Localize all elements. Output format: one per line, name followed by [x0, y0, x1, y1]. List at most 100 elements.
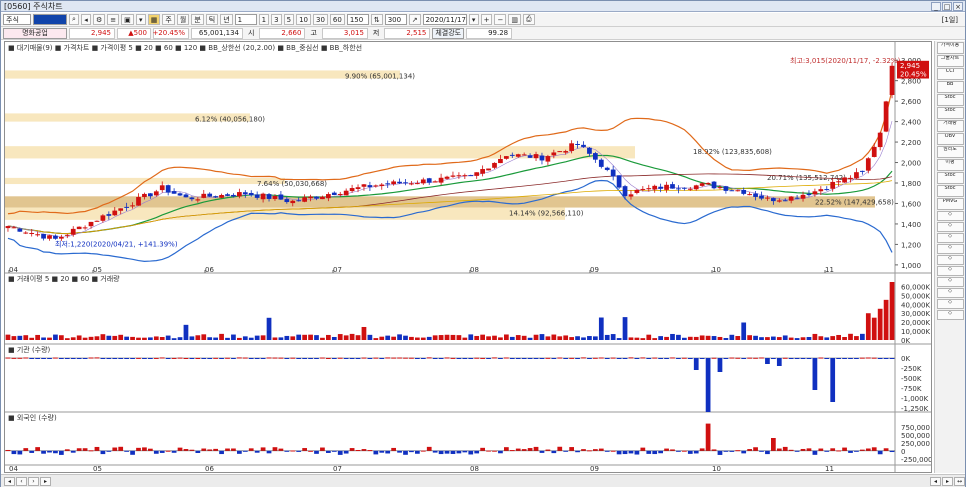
institution-bar	[88, 357, 94, 359]
candle-body	[153, 191, 159, 196]
chart-canvas[interactable]: 9.90% (65,001,134) 6.12% (40,056,180) 18.9…	[5, 42, 932, 473]
calendar-icon[interactable]: ▦	[147, 14, 161, 25]
drawing-tool-icon[interactable]: ◇	[936, 288, 964, 298]
tool-button-4[interactable]: Stoc	[936, 94, 964, 106]
volume-bar	[148, 337, 153, 340]
link-icon[interactable]: ↗	[408, 14, 421, 25]
market-select[interactable]: 주식	[3, 14, 31, 25]
menu-icon[interactable]: ▾	[135, 14, 146, 25]
foreign-legend: ■ 외국인 (수량)	[8, 414, 57, 422]
tool-button-7[interactable]: OBV	[936, 133, 964, 145]
minute-3-button[interactable]: 3	[271, 14, 282, 25]
drawing-tool-icon[interactable]: ◇	[936, 310, 964, 320]
period-month-button[interactable]: 월	[176, 14, 190, 25]
month-label-bottom: 10	[712, 465, 721, 472]
open-label: 시	[248, 29, 255, 37]
bb-middle-line	[7, 154, 893, 235]
search-icon[interactable]: ⌕	[69, 14, 79, 25]
candle-body	[527, 155, 533, 158]
period-minute-button[interactable]: 분	[191, 14, 204, 25]
chart-area[interactable]: 9.90% (65,001,134) 6.12% (40,056,180) 18.9…	[4, 41, 932, 473]
minute-5-button[interactable]: 5	[283, 14, 295, 25]
foreign-bar	[747, 449, 752, 451]
foreign-bar	[248, 448, 254, 451]
tool-button-10[interactable]: Stoc	[936, 172, 964, 184]
candle-body	[17, 228, 23, 232]
maximize-button[interactable]: □	[942, 2, 952, 11]
settings-icon[interactable]: ⚙	[93, 14, 106, 25]
candle-body	[687, 188, 693, 190]
nav-next-icon[interactable]: ›	[28, 476, 39, 486]
volume-bar	[776, 337, 782, 340]
nav-prev-icon[interactable]: ‹	[16, 476, 27, 486]
drawing-tool-icon[interactable]: ◇	[936, 266, 964, 276]
drawing-tool-icon[interactable]: ◇	[936, 211, 964, 221]
tool-button-5[interactable]: Stoc	[936, 107, 964, 119]
chart-type-icon[interactable]: ▥	[508, 14, 521, 25]
period-year-button[interactable]: 년	[220, 14, 233, 25]
candle-body	[598, 159, 604, 167]
candle-body	[794, 197, 800, 199]
tool-button-9[interactable]: 이평	[936, 159, 964, 171]
chevron-up-icon[interactable]: ⇅	[370, 14, 383, 25]
bottom-bar: ◂ ‹ › ▸ ◂ ▸ ↔	[1, 474, 965, 487]
stock-code-input[interactable]	[33, 14, 67, 25]
date-input[interactable]: 2020/11/17	[422, 14, 467, 25]
prev-icon[interactable]: ◂	[81, 14, 91, 25]
foreign-bar	[373, 450, 379, 455]
foreign-axis-tick: 750,000	[901, 424, 930, 432]
print-icon[interactable]: ⎙	[522, 14, 535, 25]
tool-button-11[interactable]: Stoc	[936, 185, 964, 197]
scroll-right-icon[interactable]: ▸	[942, 476, 953, 486]
minute-60-button[interactable]: 60	[329, 14, 345, 25]
tool-button-1[interactable]: 그물차트	[936, 55, 964, 67]
stock-name[interactable]: 명화공업	[3, 27, 67, 39]
institution-bar	[794, 358, 800, 359]
minute-30-button[interactable]: 30	[313, 14, 328, 25]
institution-bar	[877, 358, 883, 359]
tool-button-2[interactable]: CCI	[936, 68, 964, 80]
drawing-tool-icon[interactable]: ◇	[936, 277, 964, 287]
month-label-price: 08	[470, 266, 479, 274]
institution-bar	[788, 358, 794, 359]
strength-label: 체결강도	[432, 27, 465, 39]
institution-bar	[747, 357, 752, 359]
drawing-tool-icon[interactable]: ◇	[936, 244, 964, 254]
tool-button-12[interactable]: PMVG	[936, 198, 964, 210]
candle-body	[729, 190, 735, 192]
candle-body	[640, 188, 646, 190]
minimize-button[interactable]: _	[931, 2, 941, 11]
tool-button-8[interactable]: 심리도	[936, 146, 964, 158]
period-week-button[interactable]: 주	[162, 14, 175, 25]
zoom-out-icon[interactable]: −	[494, 14, 507, 25]
list-icon[interactable]: ≡	[107, 14, 120, 25]
chevron-down-icon[interactable]: ▾	[468, 14, 479, 25]
drawing-tool-icon[interactable]: ◇	[936, 255, 964, 265]
period-tick-button[interactable]: 틱	[205, 14, 219, 25]
nav-first-icon[interactable]: ◂	[4, 476, 15, 486]
volume-axis-tick: 10,000K	[901, 328, 930, 336]
zoom-in-icon[interactable]: +	[480, 14, 493, 25]
count-input[interactable]: 150	[346, 14, 369, 25]
fit-icon[interactable]: ↔	[954, 476, 965, 486]
tool-button-6[interactable]: 거래량	[936, 120, 964, 132]
minute-1-button[interactable]: 1	[258, 14, 270, 25]
save-icon[interactable]: ▣	[121, 14, 134, 25]
drawing-tool-icon[interactable]: ◇	[936, 299, 964, 309]
candle-body	[877, 132, 883, 148]
institution-axis-tick: -1,250K	[901, 405, 929, 413]
tool-button-3[interactable]: BB	[936, 81, 964, 93]
count-max-input[interactable]: 300	[384, 14, 407, 25]
scroll-left-icon[interactable]: ◂	[930, 476, 941, 486]
nav-last-icon[interactable]: ▸	[40, 476, 51, 486]
foreign-bar	[213, 448, 218, 451]
foreign-bar	[759, 450, 764, 452]
tool-button-0[interactable]: 가격이동	[936, 42, 964, 54]
tick-input[interactable]: 1	[234, 14, 257, 25]
minute-10-button[interactable]: 10	[296, 14, 311, 25]
volume-bar	[94, 336, 100, 340]
drawing-tool-icon[interactable]: ◇	[936, 222, 964, 232]
close-button[interactable]: ×	[953, 2, 963, 11]
drawing-tool-icon[interactable]: ◇	[936, 233, 964, 243]
institution-axis-tick: -500K	[901, 375, 922, 383]
